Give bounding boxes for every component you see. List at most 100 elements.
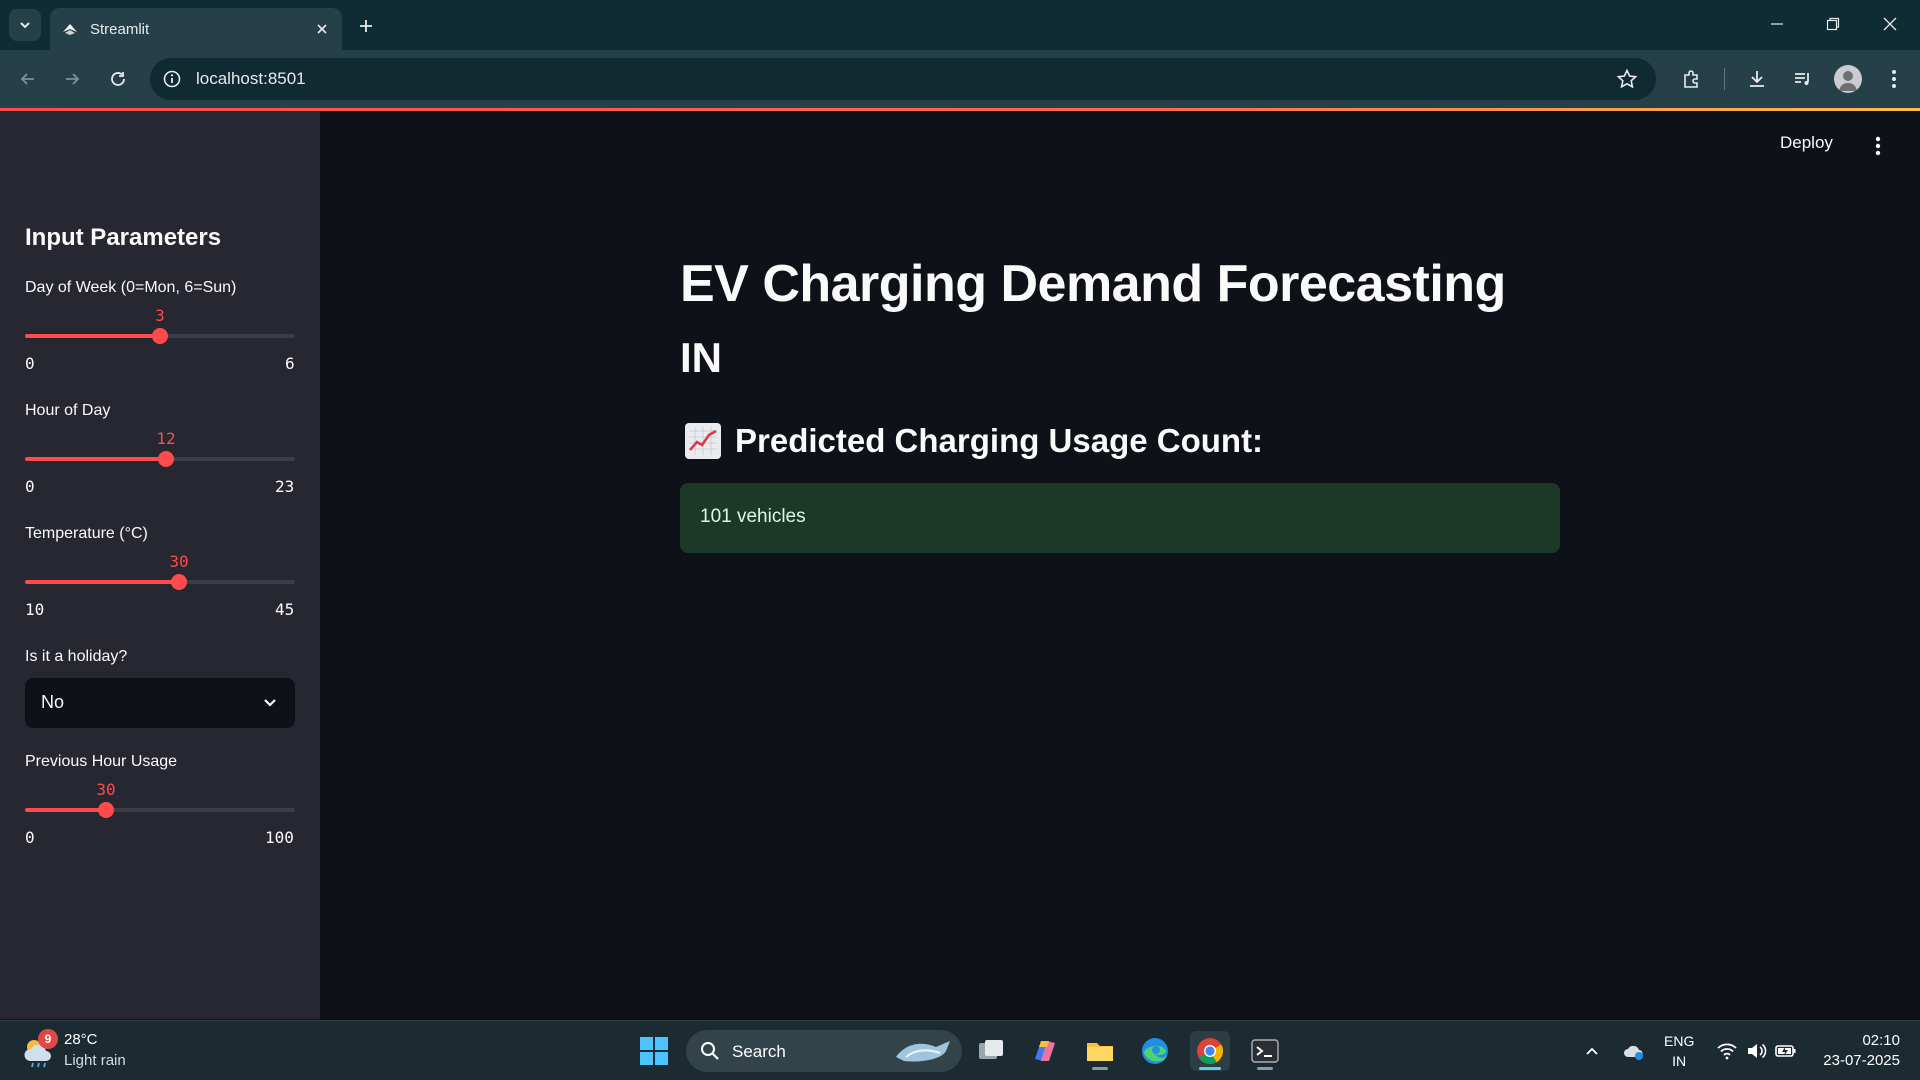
browser-tabstrip: Streamlit xyxy=(0,0,1920,50)
download-icon xyxy=(1750,71,1764,87)
task-view-button[interactable] xyxy=(971,1031,1011,1071)
slider-thumb[interactable] xyxy=(152,328,168,344)
search-icon xyxy=(701,1042,719,1060)
day-of-week-slider[interactable]: 3 xyxy=(25,306,295,354)
close-icon xyxy=(317,24,327,34)
restore-icon xyxy=(1826,17,1840,31)
clock-time: 02:10 xyxy=(1862,1032,1900,1049)
more-vertical-icon xyxy=(1875,136,1881,156)
start-button[interactable] xyxy=(634,1031,674,1071)
slider-fill xyxy=(25,334,160,338)
minimize-icon xyxy=(1771,23,1783,25)
browser-toolbar: localhost:8501 xyxy=(0,50,1920,108)
cloud-icon xyxy=(1624,1045,1643,1060)
previous-usage-label: Previous Hour Usage xyxy=(25,753,178,770)
page-subtitle: IN xyxy=(680,334,722,381)
slider-min: 0 xyxy=(25,828,35,847)
main-content xyxy=(320,111,1920,1019)
chrome-button[interactable] xyxy=(1190,1031,1230,1071)
terminal-icon xyxy=(1251,1039,1279,1063)
restore-button[interactable] xyxy=(1813,6,1853,42)
folder-icon xyxy=(1087,1043,1113,1061)
language-indicator[interactable]: ENG IN xyxy=(1664,1031,1694,1071)
windows-logo-icon xyxy=(640,1037,668,1065)
toolbar-separator xyxy=(1724,68,1725,90)
prediction-result-box: 101 vehicles xyxy=(680,483,1560,553)
slider-thumb[interactable] xyxy=(158,451,174,467)
slider-thumb[interactable] xyxy=(98,802,114,818)
minimize-button[interactable] xyxy=(1757,6,1797,42)
show-hidden-icons-button[interactable] xyxy=(1580,1039,1604,1063)
slider-value: 30 xyxy=(96,780,116,799)
prediction-header: Predicted Charging Usage Count: xyxy=(735,422,1264,459)
browser-tab[interactable]: Streamlit xyxy=(50,8,342,50)
downloads-button[interactable] xyxy=(1742,64,1772,94)
onedrive-button[interactable] xyxy=(1622,1039,1646,1063)
profile-avatar[interactable] xyxy=(1834,65,1862,93)
deploy-button[interactable]: Deploy xyxy=(1780,133,1833,153)
back-button[interactable] xyxy=(12,63,44,95)
slider-max: 6 xyxy=(285,354,295,373)
reload-icon xyxy=(111,72,125,86)
app-running-indicator xyxy=(1257,1067,1273,1070)
previous-usage-slider[interactable]: 30 xyxy=(25,780,295,828)
terminal-button[interactable] xyxy=(1245,1031,1285,1071)
chevron-down-icon xyxy=(20,22,30,29)
day-of-week-label: Day of Week (0=Mon, 6=Sun) xyxy=(25,279,237,296)
page-title: EV Charging Demand Forecasting xyxy=(680,255,1506,313)
tab-close-button[interactable] xyxy=(312,19,332,39)
chart-increasing-icon xyxy=(685,423,721,459)
star-icon[interactable] xyxy=(1616,68,1638,90)
tab-search-button[interactable] xyxy=(9,9,41,41)
slider-fill xyxy=(25,457,166,461)
slider-min: 0 xyxy=(25,354,35,373)
wifi-icon xyxy=(1717,1043,1737,1060)
file-explorer-button[interactable] xyxy=(1080,1031,1120,1071)
streamlit-logo-icon xyxy=(63,24,77,35)
wifi-button[interactable] xyxy=(1715,1039,1739,1063)
app-active-indicator xyxy=(1199,1067,1221,1070)
slider-value: 30 xyxy=(169,552,189,571)
taskbar-search[interactable]: Search xyxy=(686,1030,962,1072)
arrow-right-icon xyxy=(66,73,80,85)
slider-fill xyxy=(25,808,106,812)
browser-menu-button[interactable] xyxy=(1879,64,1909,94)
hour-of-day-slider[interactable]: 12 xyxy=(25,429,295,477)
edge-button[interactable] xyxy=(1135,1031,1175,1071)
battery-charging-icon xyxy=(1775,1045,1796,1057)
info-icon[interactable] xyxy=(162,69,182,89)
media-control-button[interactable] xyxy=(1788,64,1818,94)
extensions-button[interactable] xyxy=(1677,64,1707,94)
chrome-icon xyxy=(1197,1038,1224,1065)
app-menu-button[interactable] xyxy=(1866,134,1890,158)
slider-max: 100 xyxy=(265,828,294,847)
forward-button[interactable] xyxy=(56,63,88,95)
edge-icon xyxy=(1142,1038,1168,1064)
holiday-select[interactable]: No xyxy=(25,678,295,728)
url-text[interactable]: localhost:8501 xyxy=(196,69,306,89)
copilot-button[interactable] xyxy=(1025,1031,1065,1071)
close-window-button[interactable] xyxy=(1870,6,1910,42)
sidebar-header: Input Parameters xyxy=(25,224,222,251)
slider-thumb[interactable] xyxy=(171,574,187,590)
clock[interactable]: 02:10 23-07-2025 xyxy=(1816,1031,1900,1071)
clock-date: 23-07-2025 xyxy=(1823,1052,1900,1069)
new-tab-button[interactable] xyxy=(352,12,380,40)
temperature-slider[interactable]: 30 xyxy=(25,552,295,600)
slider-value: 12 xyxy=(156,429,176,448)
slider-value: 3 xyxy=(155,306,165,325)
address-bar[interactable]: localhost:8501 xyxy=(150,58,1656,100)
weather-temperature: 28°C xyxy=(64,1031,98,1048)
tab-title: Streamlit xyxy=(90,21,150,38)
slider-max: 23 xyxy=(275,477,295,496)
slider-fill xyxy=(25,580,179,584)
slider-min: 10 xyxy=(25,600,45,619)
more-vertical-icon xyxy=(1892,70,1896,88)
sidebar: Input Parameters Day of Week (0=Mon, 6=S… xyxy=(0,111,320,1019)
volume-button[interactable] xyxy=(1744,1039,1768,1063)
plus-icon xyxy=(360,20,372,32)
arrow-left-icon xyxy=(20,73,34,85)
weather-description: Light rain xyxy=(64,1052,126,1069)
reload-button[interactable] xyxy=(102,63,134,95)
battery-button[interactable] xyxy=(1774,1039,1798,1063)
